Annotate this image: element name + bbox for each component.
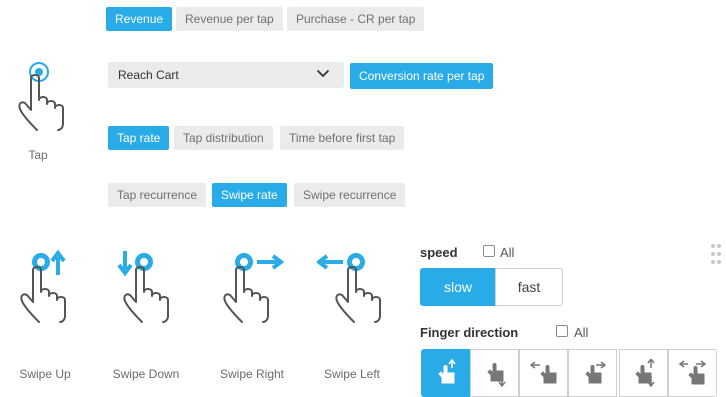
swipe-left-hand-icon bbox=[317, 253, 381, 323]
gesture-label: Tap bbox=[28, 148, 48, 162]
hand-down-arrow-icon bbox=[487, 363, 506, 387]
hand-right-arrow-icon bbox=[585, 361, 606, 384]
tap-hand-icon bbox=[18, 62, 64, 131]
tab-time-before-first-tap[interactable]: Time before first tap bbox=[280, 126, 405, 150]
finger-direction-all-checkbox[interactable] bbox=[556, 325, 568, 337]
direction-horizontal-button[interactable] bbox=[668, 349, 717, 397]
gesture-swipe-up: Swipe Up bbox=[10, 247, 80, 381]
tab-purchase-cr-per-tap[interactable]: Purchase - CR per tap bbox=[287, 7, 425, 31]
finger-direction-label: Finger direction bbox=[420, 325, 519, 340]
tab-swipe-rate[interactable]: Swipe rate bbox=[212, 183, 287, 207]
gesture-swipe-left: Swipe Left bbox=[312, 247, 392, 381]
gesture-swipe-right: Swipe Right bbox=[212, 247, 292, 381]
tab-swipe-recurrence[interactable]: Swipe recurrence bbox=[294, 183, 406, 207]
speed-all-label: All bbox=[500, 245, 515, 260]
swipe-right-hand-icon bbox=[223, 253, 285, 323]
direction-down-button[interactable] bbox=[470, 349, 519, 397]
chevron-down-icon bbox=[317, 70, 329, 78]
tab-tap-distribution[interactable]: Tap distribution bbox=[174, 126, 273, 150]
hand-left-right-arrow-icon bbox=[678, 360, 706, 385]
direction-left-button[interactable] bbox=[519, 349, 568, 397]
hand-left-arrow-icon bbox=[529, 361, 556, 384]
speed-label: speed bbox=[420, 245, 458, 260]
hand-up-arrow-icon bbox=[438, 359, 456, 384]
swipe-down-hand-icon bbox=[117, 251, 169, 323]
conversion-event-select[interactable]: Reach Cart bbox=[108, 62, 344, 88]
select-value: Reach Cart bbox=[118, 68, 179, 82]
tab-revenue-per-tap[interactable]: Revenue per tap bbox=[176, 7, 283, 31]
finger-direction-all-label: All bbox=[574, 325, 589, 340]
direction-vertical-button[interactable] bbox=[619, 349, 668, 397]
speed-fast-button[interactable]: fast bbox=[495, 268, 563, 306]
gesture-label: Swipe Down bbox=[112, 367, 180, 381]
direction-right-button[interactable] bbox=[568, 349, 617, 397]
gesture-tap: Tap bbox=[6, 60, 70, 162]
tab-conversion-rate-per-tap[interactable]: Conversion rate per tap bbox=[350, 63, 494, 89]
tab-tap-recurrence[interactable]: Tap recurrence bbox=[108, 183, 207, 207]
gesture-label: Swipe Right bbox=[219, 367, 285, 381]
gesture-swipe-down: Swipe Down bbox=[106, 247, 186, 381]
tab-tap-rate[interactable]: Tap rate bbox=[108, 126, 170, 150]
gesture-label: Swipe Up bbox=[19, 367, 71, 381]
swipe-up-hand-icon bbox=[20, 249, 66, 323]
direction-up-left-button[interactable] bbox=[421, 349, 470, 397]
speed-all-checkbox[interactable] bbox=[483, 245, 495, 257]
gesture-label: Swipe Left bbox=[323, 367, 381, 381]
tab-revenue[interactable]: Revenue bbox=[106, 7, 173, 31]
hand-up-down-arrow-icon bbox=[635, 359, 655, 387]
speed-slow-button[interactable]: slow bbox=[420, 268, 496, 306]
drag-handle-icon[interactable] bbox=[711, 243, 721, 265]
